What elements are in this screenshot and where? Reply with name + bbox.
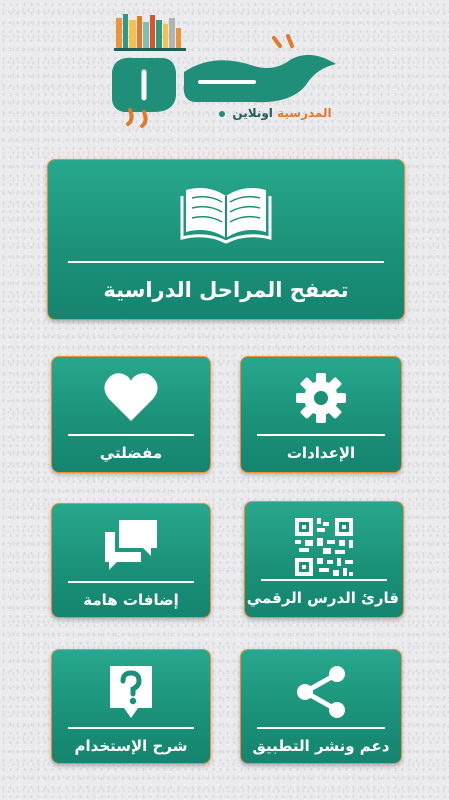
- qr-reader-button[interactable]: قارئ الدرس الرقمي: [244, 501, 404, 618]
- settings-button[interactable]: الإعدادات: [240, 356, 402, 473]
- help-button[interactable]: شرح الإستخدام: [51, 649, 211, 764]
- help-label: شرح الإستخدام: [74, 737, 188, 755]
- divider: [68, 434, 194, 436]
- logo-subtitle-main: المدرسية: [277, 106, 332, 120]
- divider: [257, 727, 385, 729]
- chat-bubbles-icon: [52, 518, 210, 570]
- divider: [68, 261, 384, 263]
- heart-icon: [52, 371, 210, 423]
- share-app-label: دعم ونشر التطبيق: [252, 737, 390, 755]
- gear-icon: [241, 371, 401, 425]
- open-book-icon: [48, 180, 404, 244]
- divider: [68, 581, 194, 583]
- logo-subtitle-rest: اونلاين: [232, 106, 273, 120]
- favorites-label: مفضلتي: [99, 444, 163, 462]
- qr-reader-label: قارئ الدرس الرقمي: [246, 589, 399, 607]
- favorites-button[interactable]: مفضلتي: [51, 356, 211, 473]
- browse-stages-button[interactable]: تصفح المراحل الدراسية: [47, 159, 405, 320]
- qr-code-icon: [245, 516, 403, 578]
- share-icon: [241, 664, 401, 720]
- divider: [261, 579, 387, 581]
- extras-button[interactable]: إضافات هامة: [51, 503, 211, 618]
- settings-label: الإعدادات: [286, 444, 356, 462]
- divider: [257, 434, 385, 436]
- extras-label: إضافات هامة: [83, 591, 179, 609]
- browse-stages-label: تصفح المراحل الدراسية: [103, 278, 349, 302]
- divider: [68, 727, 194, 729]
- logo-subtitle: المدرسية اونلاين: [212, 106, 352, 126]
- share-app-button[interactable]: دعم ونشر التطبيق: [240, 649, 402, 764]
- help-sign-icon: [52, 664, 210, 722]
